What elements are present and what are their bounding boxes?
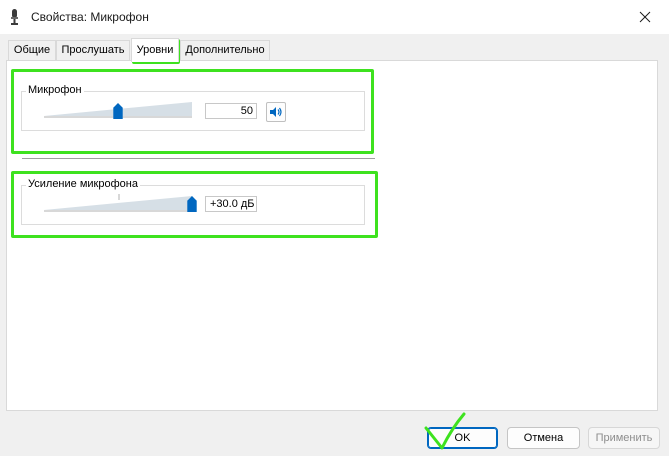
- group-separator: [22, 158, 375, 159]
- microphone-icon: [10, 9, 19, 25]
- tab-levels[interactable]: Уровни: [131, 38, 179, 62]
- tab-general[interactable]: Общие: [8, 40, 56, 60]
- tab-listen[interactable]: Прослушать: [56, 40, 130, 60]
- apply-button[interactable]: Применить: [588, 427, 660, 449]
- highlight-microphone-group: [11, 69, 374, 154]
- cancel-button[interactable]: Отмена: [507, 427, 580, 449]
- checkmark-annotation: [420, 408, 470, 452]
- window-title: Свойства: Микрофон: [31, 10, 149, 24]
- highlight-boost-group: [11, 171, 378, 238]
- close-button[interactable]: [622, 0, 668, 34]
- tab-advanced[interactable]: Дополнительно: [180, 40, 270, 60]
- close-icon: [639, 11, 651, 23]
